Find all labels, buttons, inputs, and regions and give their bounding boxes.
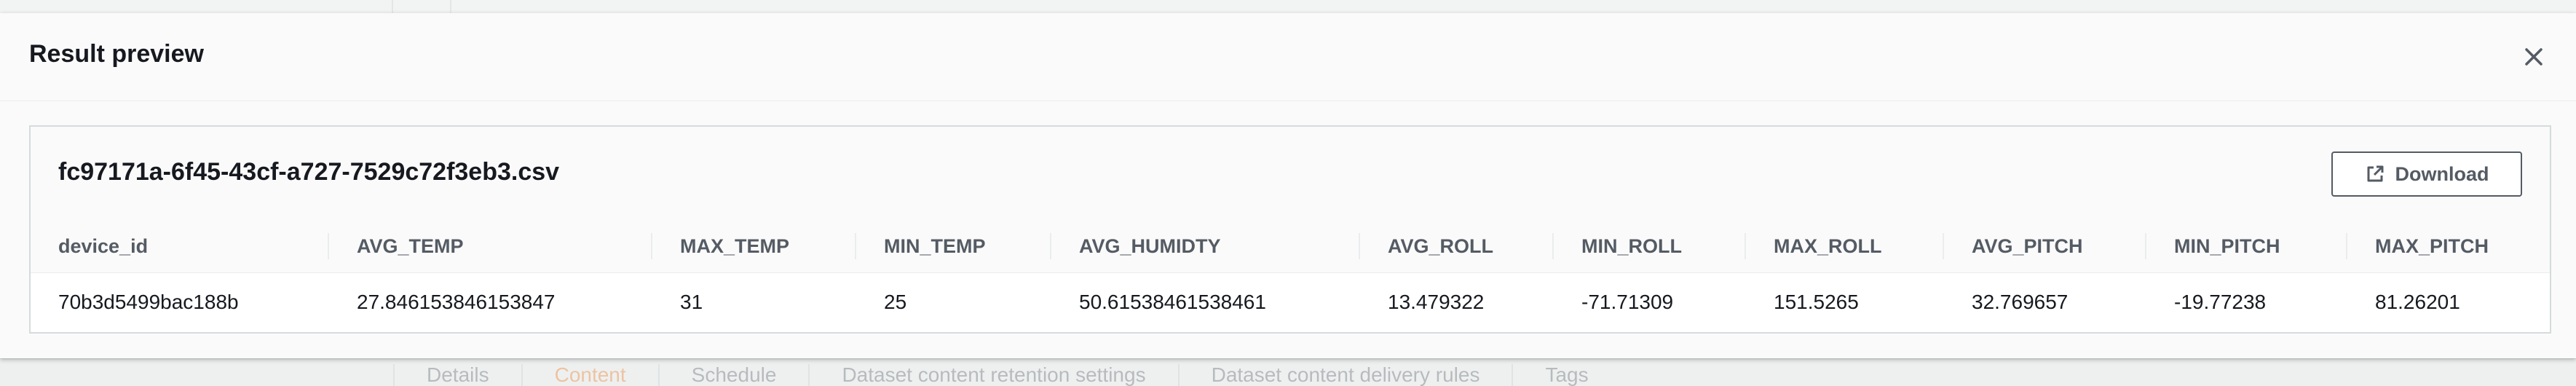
page: Details Content Schedule Dataset content… [0,0,2576,386]
background-tab-details: Details [393,364,521,386]
file-name: fc97171a-6f45-43cf-a727-7529c72f3eb3.csv [58,158,560,186]
table-cell: 25 [856,272,1051,331]
background-tabs: Details Content Schedule Dataset content… [393,358,1621,386]
column-header[interactable]: MIN_ROLL [1554,220,1746,273]
table-cell: 27.846153846153847 [329,272,652,331]
table-cell: 50.61538461538461 [1051,272,1360,331]
column-header-label: AVG_PITCH [1972,235,2083,257]
column-header[interactable]: MIN_PITCH [2146,220,2347,273]
column-header[interactable]: AVG_ROLL [1360,220,1554,273]
table-cell: 81.26201 [2347,272,2550,331]
table-cell: 31 [652,272,856,331]
background-header [0,0,2576,13]
table-row: 70b3d5499bac188b 27.846153846153847 31 2… [31,272,2550,331]
table-cell: 70b3d5499bac188b [31,272,329,331]
column-header[interactable]: MAX_ROLL [1746,220,1944,273]
table-cell: -71.71309 [1554,272,1746,331]
table-cell: 13.479322 [1360,272,1554,331]
modal-title: Result preview [29,40,204,68]
column-header-label: AVG_ROLL [1388,235,1494,257]
column-header[interactable]: MAX_TEMP [652,220,856,273]
column-header-label: MAX_PITCH [2375,235,2489,257]
background-divider [392,0,393,13]
background-divider [450,0,451,13]
table-cell: -19.77238 [2146,272,2347,331]
close-icon [2525,48,2543,66]
table-header-row: device_id AVG_TEMP MAX_TEMP MIN_TEMP AVG… [31,220,2550,273]
background-tab-tags: Tags [1512,364,1620,386]
download-label: Download [2395,162,2489,185]
background-tab-content: Content [521,364,658,386]
table-cell: 151.5265 [1746,272,1944,331]
column-header[interactable]: MIN_TEMP [856,220,1051,273]
column-header-label: MAX_ROLL [1774,235,1882,257]
modal-header: Result preview [0,13,2576,101]
column-header-label: device_id [58,235,149,257]
results-table: device_id AVG_TEMP MAX_TEMP MIN_TEMP AVG… [31,220,2550,331]
table-cell: 32.769657 [1944,272,2146,331]
result-container: fc97171a-6f45-43cf-a727-7529c72f3eb3.csv… [29,125,2551,334]
column-header-label: MIN_ROLL [1581,235,1682,257]
column-header-label: AVG_TEMP [357,235,464,257]
background-tab-retention: Dataset content retention settings [808,364,1177,386]
close-button[interactable] [2519,42,2548,71]
column-header-label: MAX_TEMP [680,235,790,257]
external-link-icon [2367,165,2383,182]
column-header-label: AVG_HUMIDTY [1079,235,1221,257]
column-header[interactable]: AVG_TEMP [329,220,652,273]
column-header[interactable]: device_id [31,220,329,273]
column-header[interactable]: AVG_HUMIDTY [1051,220,1360,273]
download-button[interactable]: Download [2331,151,2522,197]
result-preview-modal: Result preview fc97171a-6f45-43cf-a727-7… [0,13,2576,358]
column-header[interactable]: MAX_PITCH [2347,220,2550,273]
column-header-label: MIN_TEMP [884,235,986,257]
container-header: fc97171a-6f45-43cf-a727-7529c72f3eb3.csv… [31,127,2550,221]
column-header[interactable]: AVG_PITCH [1944,220,2146,273]
background-tab-delivery: Dataset content delivery rules [1177,364,1512,386]
column-header-label: MIN_PITCH [2174,235,2280,257]
background-tab-schedule: Schedule [657,364,809,386]
